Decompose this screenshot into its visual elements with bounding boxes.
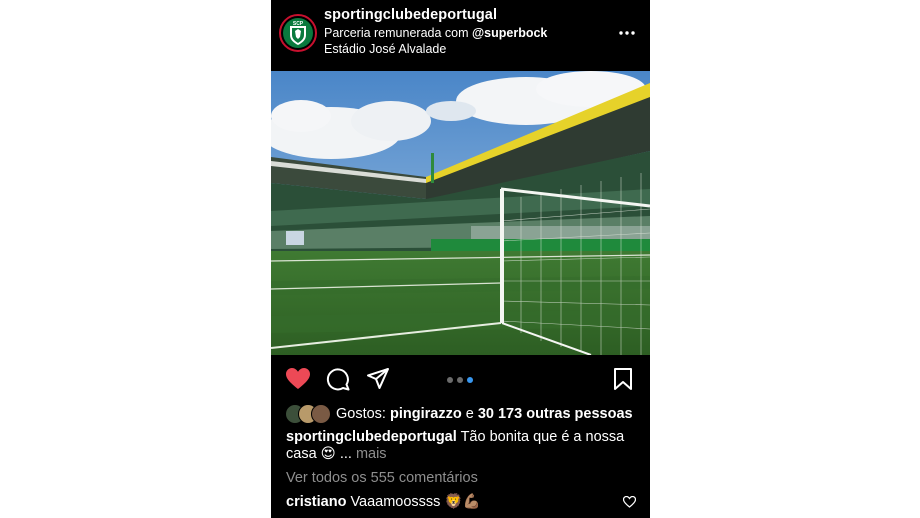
- post-location[interactable]: Estádio José Alvalade: [324, 42, 446, 56]
- more-options-button[interactable]: [615, 24, 639, 42]
- comment-username[interactable]: cristiano: [286, 494, 346, 510]
- instagram-post: SCP sportingclubedeportugal Parceria rem…: [271, 0, 650, 518]
- comment-text: Vaaamoossss 🦁💪🏽: [350, 494, 481, 510]
- likes-summary: Gostos: pingirazzo e 30 173 outras pesso…: [285, 404, 633, 424]
- liker-avatar: [311, 404, 331, 424]
- crest-lettering: SCP: [293, 21, 304, 27]
- save-button[interactable]: [612, 367, 634, 396]
- like-button[interactable]: [285, 367, 311, 396]
- carousel-dot: [447, 377, 453, 383]
- heart-icon: [286, 368, 310, 389]
- post-image-stadium[interactable]: [271, 71, 650, 356]
- likes-joiner: e: [461, 406, 478, 422]
- post-header: SCP sportingclubedeportugal Parceria rem…: [271, 0, 650, 71]
- comment-like-button[interactable]: [622, 495, 637, 513]
- caption-username[interactable]: sportingclubedeportugal: [286, 429, 457, 445]
- other-likes-link[interactable]: 30 173 outras pessoas: [478, 406, 633, 422]
- view-all-comments-link[interactable]: Ver todos os 555 comentários: [286, 470, 478, 486]
- share-button[interactable]: [366, 367, 390, 396]
- likes-prefix: Gostos:: [336, 406, 390, 422]
- first-liker-link[interactable]: pingirazzo: [390, 406, 462, 422]
- carousel-dot: [457, 377, 463, 383]
- club-crest-icon: SCP: [283, 18, 313, 48]
- carousel-dot-active: [467, 377, 473, 383]
- caption-more-link[interactable]: mais: [356, 446, 387, 462]
- post-username[interactable]: sportingclubedeportugal: [324, 7, 497, 23]
- small-heart-icon: [622, 495, 637, 508]
- comment-icon: [326, 368, 350, 391]
- liker-avatars[interactable]: [285, 404, 331, 424]
- bookmark-icon: [614, 368, 632, 390]
- more-horizontal-icon: [619, 31, 635, 35]
- partner-handle-link[interactable]: @superbock: [472, 26, 547, 40]
- profile-avatar[interactable]: SCP: [279, 14, 317, 52]
- top-comment: cristiano Vaaamoossss 🦁💪🏽: [286, 493, 481, 511]
- comment-button[interactable]: [326, 367, 350, 396]
- send-icon: [367, 368, 389, 389]
- action-bar: [271, 355, 650, 403]
- carousel-indicator: [447, 377, 473, 383]
- caption-ellipsis: ...: [339, 446, 352, 462]
- post-caption: sportingclubedeportugal Tão bonita que é…: [286, 429, 638, 463]
- paid-partnership-label: Parceria remunerada com @superbock: [324, 26, 547, 40]
- partnership-prefix: Parceria remunerada com: [324, 26, 472, 40]
